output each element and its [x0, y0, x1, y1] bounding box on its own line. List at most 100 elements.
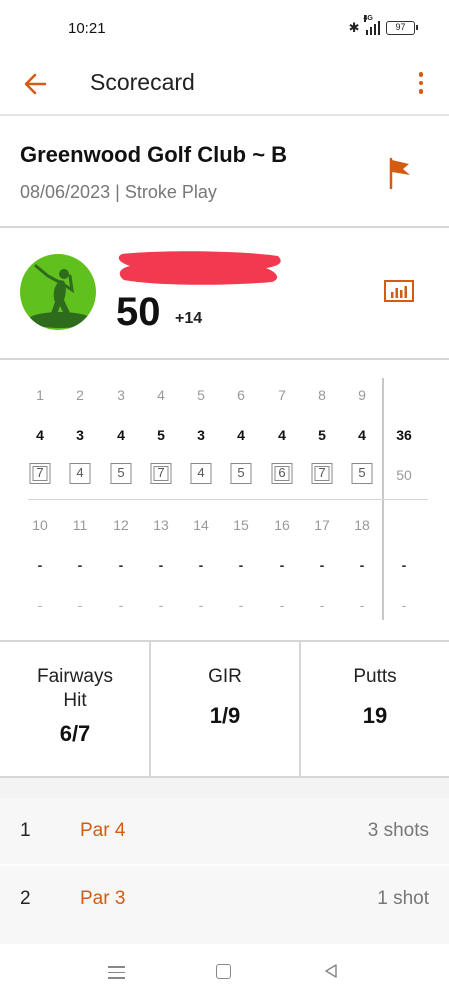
network-label: 4G	[363, 15, 373, 22]
bar-chart-icon	[384, 280, 414, 302]
score-cell[interactable]: 7	[29, 463, 51, 484]
gir-label: GIR	[208, 666, 242, 687]
fairways-stat: Fairways Hit 6/7	[0, 642, 150, 776]
player-summary: 50 +14	[0, 228, 449, 358]
hole-number-cell: 6	[237, 387, 245, 403]
par-cell: 4	[237, 427, 245, 443]
score-total-cell: -	[401, 597, 407, 613]
score-to-par: +14	[175, 310, 203, 327]
par-cell: -	[198, 557, 204, 573]
more-vertical-icon	[418, 72, 424, 77]
meta-separator: |	[115, 182, 120, 202]
par-cell: 4	[358, 427, 366, 443]
hole-number-cell: 18	[354, 517, 370, 533]
hole-number-cell: 2	[76, 387, 84, 403]
score-cell[interactable]: -	[65, 597, 95, 613]
score-cell[interactable]: 5	[110, 463, 132, 484]
score-cell[interactable]: -	[226, 597, 256, 613]
course-name: Greenwood Golf Club ~ B	[20, 142, 288, 167]
gir-stat: GIR 1/9	[150, 642, 300, 776]
golfer-icon	[28, 264, 92, 328]
list-item[interactable]: 1 Par 4 3 shots	[0, 798, 449, 864]
score-cell[interactable]: 7	[311, 463, 333, 484]
hole-number-cell: 17	[314, 517, 330, 533]
list-spacer	[0, 778, 449, 798]
score-cell[interactable]: -	[146, 597, 176, 613]
app-bar: Scorecard	[0, 56, 449, 114]
score-cell[interactable]: 5	[351, 463, 373, 484]
menu-icon[interactable]	[108, 966, 125, 979]
total-score: 50	[116, 290, 161, 334]
par-total-cell: -	[401, 557, 407, 573]
par-cell: 4	[117, 427, 125, 443]
score-cell[interactable]: 6	[271, 463, 293, 484]
putts-label: Putts	[353, 666, 397, 687]
redacted-player-name	[118, 251, 281, 285]
hole-number-cell: 5	[197, 387, 205, 403]
par-cell: -	[77, 557, 83, 573]
score-cell[interactable]: -	[307, 597, 337, 613]
gir-value: 1/9	[209, 703, 241, 728]
hole-shots: 3 shots	[367, 820, 429, 841]
hole-number-cell: 15	[233, 517, 249, 533]
hole-number-cell: 8	[318, 387, 326, 403]
hole-number-cell: 7	[278, 387, 286, 403]
hole-number-cell: 9	[358, 387, 366, 403]
stats-button[interactable]	[384, 280, 414, 304]
flag-icon	[389, 157, 410, 190]
status-icons: ✱ 4G 97	[348, 15, 418, 36]
par-cell: -	[238, 557, 244, 573]
bluetooth-icon: ✱	[348, 20, 360, 35]
hole-number-cell: 16	[274, 517, 290, 533]
battery-icon: 97	[386, 21, 418, 35]
status-time: 10:21	[68, 20, 106, 37]
par-cell: -	[359, 557, 365, 573]
hole-shots: 1 shot	[377, 888, 429, 909]
hole-par: Par 4	[80, 820, 126, 841]
list-item[interactable]: 2 Par 3 1 shot	[0, 866, 449, 944]
par-cell: 4	[36, 427, 44, 443]
back-triangle-icon[interactable]	[322, 962, 340, 980]
round-stats: Fairways Hit 6/7 GIR 1/9 Putts 19	[0, 642, 449, 776]
scorecard-grid: 1 4 7 2 3 4 3 4 5 4 5 7 5 3 4 6 4 5 7 4 6 8 5 7 9 4 5 36 50 10- -11- -1…	[0, 360, 449, 640]
hole-number-cell: 12	[113, 517, 129, 533]
par-cell: -	[319, 557, 325, 573]
fairways-label: Fairways Hit	[36, 666, 113, 711]
par-cell: -	[158, 557, 164, 573]
nines-divider	[28, 499, 428, 500]
score-cell[interactable]: -	[267, 597, 297, 613]
hole-number: 2	[20, 888, 31, 909]
score-cell[interactable]: 4	[190, 463, 212, 484]
score-cell[interactable]: 7	[150, 463, 172, 484]
par-cell: 4	[278, 427, 286, 443]
par-cell: -	[279, 557, 285, 573]
score-cell[interactable]: 5	[230, 463, 252, 484]
course-meta: 08/06/2023 | Stroke Play	[20, 182, 217, 203]
putts-value: 19	[362, 703, 388, 728]
score-cell[interactable]: -	[106, 597, 136, 613]
back-button[interactable]	[22, 70, 50, 98]
putts-stat: Putts 19	[300, 642, 449, 776]
hole-number-cell: 1	[36, 387, 44, 403]
hole-number-cell: 13	[153, 517, 169, 533]
course-flag-button[interactable]	[384, 156, 414, 190]
par-cell: -	[118, 557, 124, 573]
hole-par: Par 3	[80, 888, 126, 909]
par-cell: 5	[318, 427, 326, 443]
more-options-button[interactable]	[416, 70, 426, 98]
hole-number-cell: 4	[157, 387, 165, 403]
arrow-left-icon	[24, 73, 47, 95]
par-cell: 5	[157, 427, 165, 443]
status-bar: 10:21 ✱ 4G 97	[0, 0, 449, 56]
course-header: Greenwood Golf Club ~ B 08/06/2023 | Str…	[0, 116, 449, 226]
hole-number-cell: 14	[193, 517, 209, 533]
score-cell[interactable]: -	[347, 597, 377, 613]
score-cell[interactable]: 4	[69, 463, 91, 484]
home-icon[interactable]	[216, 964, 231, 979]
fairways-value: 6/7	[59, 721, 91, 746]
hole-number-cell: 11	[72, 517, 88, 533]
score-cell[interactable]: -	[25, 597, 55, 613]
score-cell[interactable]: -	[186, 597, 216, 613]
avatar	[20, 254, 96, 330]
page-title: Scorecard	[90, 69, 195, 95]
